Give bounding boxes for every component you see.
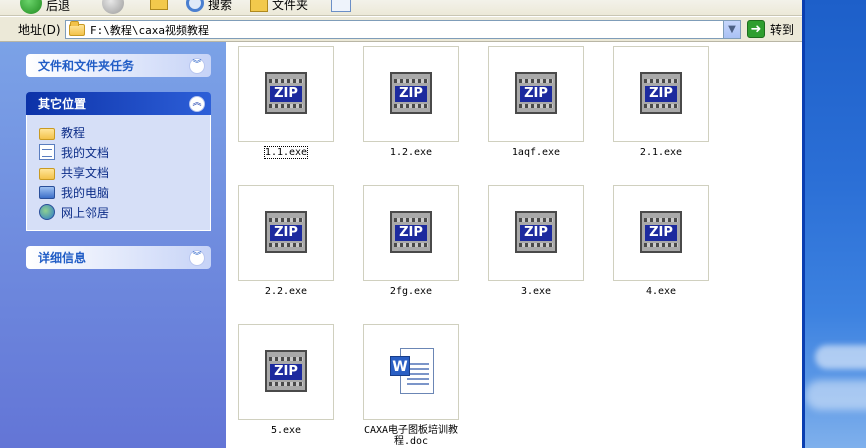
explorer-window: 后退 搜索 文件夹 地址(D) F:\教程\caxa视频教程 ▼ ➜ 转到 文件…	[0, 0, 805, 448]
file-name: 1.1.exe	[263, 146, 309, 159]
task-pane: 文件和文件夹任务 ︾ 其它位置 ︽ 教程 我的文档 共享文档 我的电脑 网上邻居…	[0, 42, 226, 448]
my-computer-icon	[39, 185, 55, 199]
expand-icon[interactable]: ︾	[189, 249, 205, 266]
forward-icon	[102, 0, 124, 14]
other-places-list: 教程 我的文档 共享文档 我的电脑 网上邻居	[26, 115, 211, 231]
address-input[interactable]: F:\教程\caxa视频教程 ▼	[65, 20, 741, 39]
place-label: 我的文档	[61, 145, 110, 160]
back-icon	[20, 0, 42, 14]
details-panel: 详细信息 ︾	[26, 246, 211, 269]
place-item-shared-documents[interactable]: 共享文档	[39, 162, 210, 182]
desktop-background	[805, 0, 866, 448]
file-view: ZIP 1.1.exe ZIP 1.2.exe ZIP 1aqf.exe ZIP…	[226, 42, 802, 448]
zip-archive-icon: ZIP	[515, 72, 557, 114]
address-dropdown-button[interactable]: ▼	[723, 21, 740, 38]
folder-icon	[39, 127, 55, 140]
file-thumbnail: W	[363, 324, 459, 420]
views-icon	[331, 0, 351, 12]
place-item-my-documents[interactable]: 我的文档	[39, 142, 210, 162]
folder-icon	[69, 20, 85, 36]
zip-archive-icon: ZIP	[390, 211, 432, 253]
file-name: 2.2.exe	[264, 286, 308, 297]
file-thumbnail: ZIP	[488, 185, 584, 281]
place-item-jiaocheng[interactable]: 教程	[39, 122, 210, 142]
zip-archive-icon: ZIP	[390, 72, 432, 114]
up-folder-icon	[150, 0, 168, 10]
cloud	[805, 380, 866, 410]
expand-icon[interactable]: ︾	[189, 57, 205, 74]
search-button[interactable]: 搜索	[186, 0, 232, 13]
file-thumbnail: ZIP	[613, 46, 709, 142]
go-arrow-icon: ➜	[747, 20, 765, 38]
file-thumbnail: ZIP	[238, 324, 334, 420]
go-button[interactable]: ➜ 转到	[747, 20, 794, 38]
zip-archive-icon: ZIP	[265, 211, 307, 253]
address-label: 地址(D)	[18, 22, 61, 37]
place-label: 我的电脑	[61, 185, 110, 200]
folder-icon	[39, 167, 55, 180]
file-thumbnail: ZIP	[613, 185, 709, 281]
word-document-icon: W	[390, 348, 434, 394]
address-value: F:\教程\caxa视频教程	[90, 23, 209, 37]
folders-icon	[250, 0, 268, 12]
file-name: 2.1.exe	[639, 147, 683, 158]
chevron-down-icon: ▼	[728, 24, 736, 35]
zip-archive-icon: ZIP	[515, 211, 557, 253]
file-name: CAXA电子图板培训教程.doc	[363, 425, 459, 447]
zip-archive-icon: ZIP	[640, 211, 682, 253]
details-header[interactable]: 详细信息 ︾	[26, 246, 211, 269]
other-places-title: 其它位置	[38, 97, 87, 111]
collapse-icon[interactable]: ︽	[189, 95, 205, 112]
other-places-header[interactable]: 其它位置 ︽	[26, 92, 211, 115]
place-item-network[interactable]: 网上邻居	[39, 202, 210, 222]
file-thumbnail: ZIP	[363, 185, 459, 281]
file-thumbnail: ZIP	[363, 46, 459, 142]
cloud	[815, 345, 866, 369]
place-item-my-computer[interactable]: 我的电脑	[39, 182, 210, 202]
file-thumbnail: ZIP	[238, 185, 334, 281]
file-tasks-header[interactable]: 文件和文件夹任务 ︾	[26, 54, 211, 77]
zip-archive-icon: ZIP	[265, 350, 307, 392]
folders-label: 文件夹	[272, 0, 309, 12]
zip-archive-icon: ZIP	[640, 72, 682, 114]
toolbar: 后退 搜索 文件夹	[0, 0, 802, 16]
file-name: 1.2.exe	[389, 147, 433, 158]
file-thumbnail: ZIP	[238, 46, 334, 142]
file-thumbnail: ZIP	[488, 46, 584, 142]
other-places-panel: 其它位置 ︽ 教程 我的文档 共享文档 我的电脑 网上邻居	[26, 92, 211, 231]
forward-button[interactable]	[102, 0, 124, 14]
address-bar: 地址(D) F:\教程\caxa视频教程 ▼ ➜ 转到	[0, 17, 802, 42]
file-name: 5.exe	[270, 425, 302, 436]
place-label: 共享文档	[61, 165, 110, 180]
file-name: 1aqf.exe	[511, 147, 561, 158]
my-documents-icon	[39, 144, 55, 160]
place-label: 网上邻居	[61, 205, 110, 220]
file-tasks-title: 文件和文件夹任务	[38, 59, 135, 73]
file-tasks-panel: 文件和文件夹任务 ︾	[26, 54, 211, 77]
details-title: 详细信息	[38, 251, 87, 265]
up-button[interactable]	[150, 0, 168, 10]
go-label: 转到	[770, 22, 795, 37]
file-name: 4.exe	[645, 286, 677, 297]
back-button[interactable]: 后退	[20, 0, 70, 14]
back-label: 后退	[46, 0, 71, 13]
file-name: 2fg.exe	[389, 286, 433, 297]
folders-button[interactable]: 文件夹	[250, 0, 308, 13]
place-label: 教程	[61, 125, 86, 140]
network-icon	[39, 204, 55, 220]
views-button[interactable]	[331, 0, 351, 12]
zip-archive-icon: ZIP	[265, 72, 307, 114]
search-label: 搜索	[208, 0, 233, 12]
file-name: 3.exe	[520, 286, 552, 297]
search-icon	[186, 0, 204, 12]
